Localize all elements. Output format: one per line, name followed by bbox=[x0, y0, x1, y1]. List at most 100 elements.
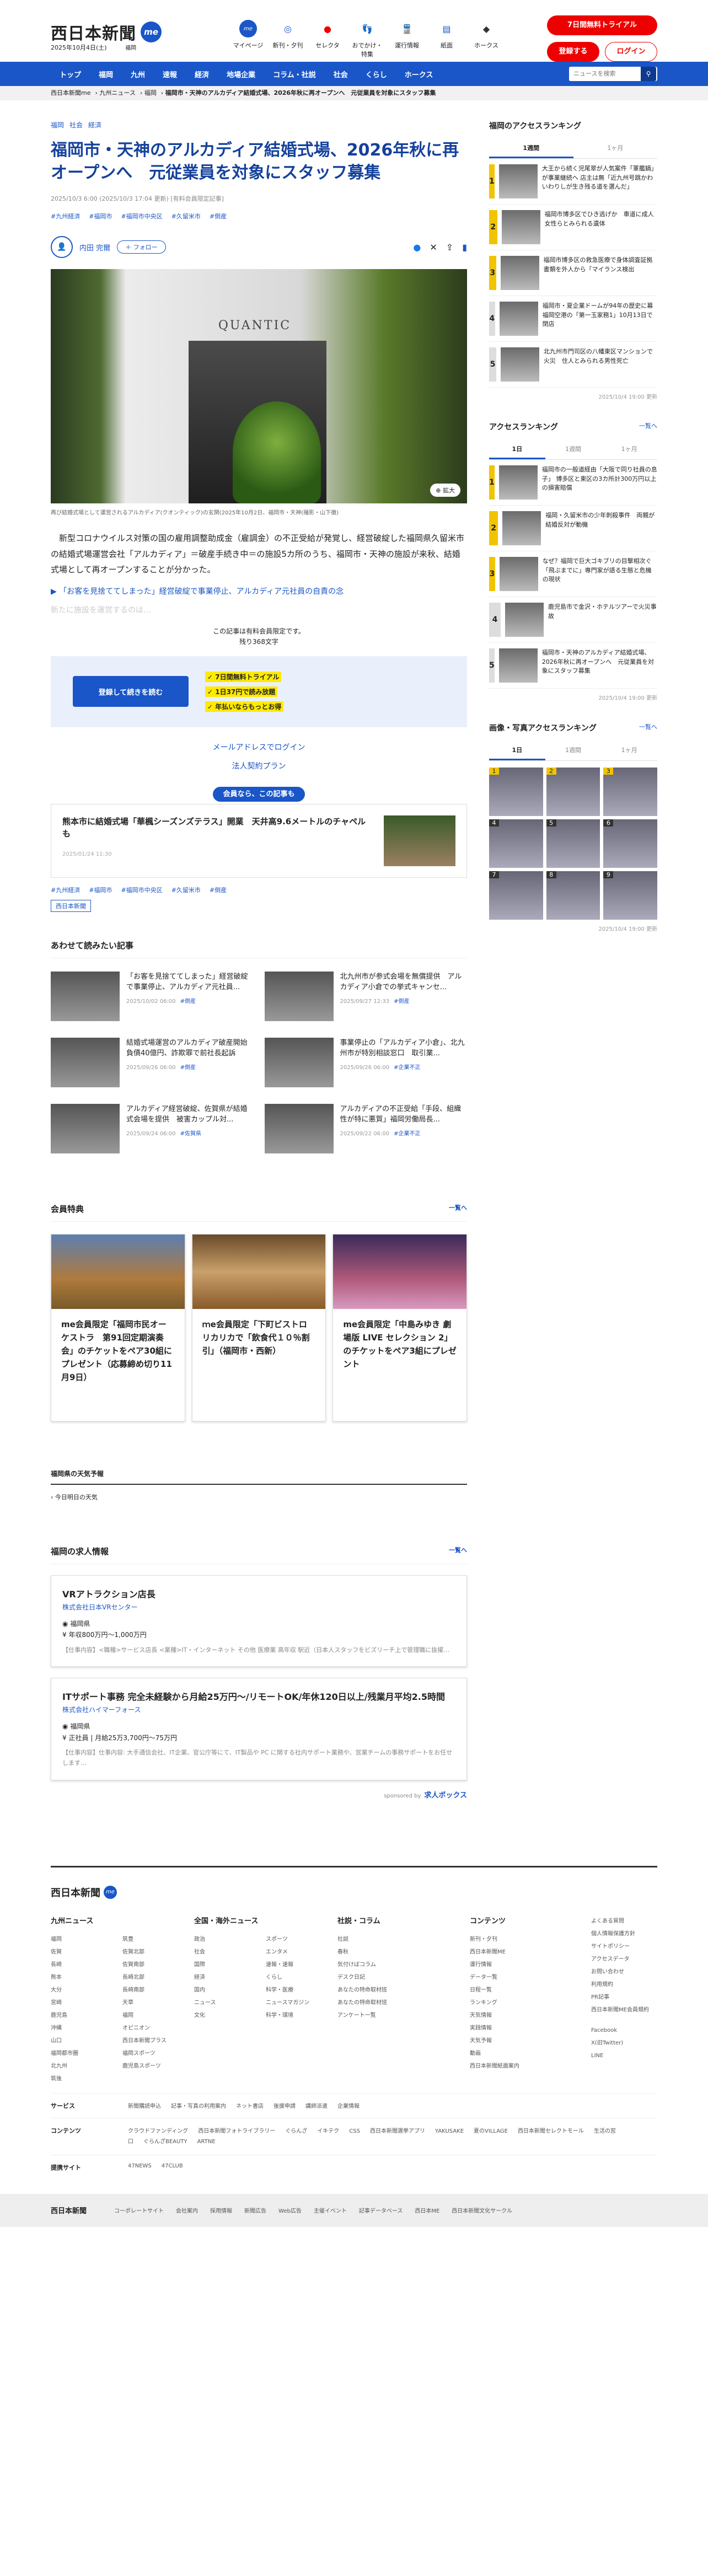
footer-link[interactable]: ニュース bbox=[194, 1997, 244, 2009]
quick-nav-mypage[interactable]: me マイページ bbox=[233, 20, 264, 58]
related-item[interactable]: アルカディアの不正受給「手段、組織性が特に悪質」福岡労働局長... 2025/09… bbox=[264, 1103, 468, 1153]
footer-link[interactable]: 国際 bbox=[194, 1958, 244, 1971]
member-article-card[interactable]: 熊本市に結婚式場「華楓シーズンズテラス」開業 天井高9.6メートルのチャペルも … bbox=[51, 803, 467, 878]
tag-link[interactable]: #福岡市中央区 bbox=[121, 212, 162, 221]
footer-link[interactable]: 科学・医療 bbox=[266, 1984, 315, 1997]
quick-nav-odekake[interactable]: 👣 おでかけ・特集 bbox=[352, 20, 383, 58]
footer-link[interactable]: 鹿児島 bbox=[51, 2009, 100, 2022]
tag-link[interactable]: #福岡市中央区 bbox=[121, 886, 162, 894]
area-label[interactable]: 福岡 bbox=[125, 45, 136, 51]
footer-link[interactable]: 佐賀南部 bbox=[122, 1958, 172, 1971]
nav-item-economy[interactable]: 経済 bbox=[186, 69, 218, 79]
footer-link[interactable]: 西日本新聞セレクトモール bbox=[518, 2128, 584, 2134]
footer-link[interactable]: 長崎北部 bbox=[122, 1971, 172, 1984]
footer-link[interactable]: コーポレートサイト bbox=[114, 2208, 164, 2214]
tab-1week[interactable]: 1週間 bbox=[489, 139, 573, 158]
footer-link[interactable]: 長崎 bbox=[51, 1958, 100, 1971]
footer-link[interactable]: 後援申請 bbox=[273, 2103, 296, 2110]
quick-nav-hawks[interactable]: ◆ ホークス bbox=[471, 20, 502, 58]
tab-1month[interactable]: 1ヶ月 bbox=[601, 440, 657, 459]
footer-link[interactable]: 大分 bbox=[51, 1984, 100, 1997]
footer-link[interactable]: アクセスデータ bbox=[591, 1953, 657, 1966]
category-link[interactable]: 経済 bbox=[88, 120, 101, 130]
footer-link[interactable]: ネット書店 bbox=[236, 2103, 264, 2110]
benefit-card[interactable]: me会員限定「福岡市民オーケストラ 第91回定期演奏会」のチケットをペア30組に… bbox=[51, 1233, 185, 1421]
tag-link[interactable]: #倒産 bbox=[210, 886, 227, 894]
photo-thumb[interactable]: 5 bbox=[546, 819, 600, 868]
photo-thumb[interactable]: 9 bbox=[603, 871, 657, 920]
footer-link[interactable]: スポーツ bbox=[266, 1933, 315, 1946]
footer-link[interactable]: 熊本 bbox=[51, 1971, 100, 1984]
footer-link[interactable]: 天草 bbox=[122, 1997, 172, 2009]
footer-link[interactable]: 会社案内 bbox=[176, 2208, 198, 2214]
nav-item-breaking[interactable]: 速報 bbox=[154, 69, 186, 79]
tag-link[interactable]: #久留米市 bbox=[171, 886, 201, 894]
quick-nav-traffic[interactable]: 🚆 運行情報 bbox=[391, 20, 422, 58]
tag-link[interactable]: #倒産 bbox=[210, 212, 227, 221]
tag-link[interactable]: #九州経済 bbox=[51, 212, 80, 221]
photo-thumb[interactable]: 2 bbox=[546, 768, 600, 816]
site-logo[interactable]: 西日本新聞 me bbox=[51, 20, 162, 44]
footer-link[interactable]: ぐらんざ bbox=[285, 2128, 307, 2134]
follow-button[interactable]: ＋ フォロー bbox=[117, 240, 166, 254]
ranking-item[interactable]: 1 福岡市の一般道経由「大阪で同り社員の息子」 博多区と東区の3カ所計300万円以… bbox=[489, 460, 657, 506]
mail-login-link[interactable]: メールアドレスでログイン bbox=[51, 742, 467, 753]
tab-1week[interactable]: 1週間 bbox=[545, 741, 602, 760]
footer-link[interactable]: 筑豊 bbox=[122, 1933, 172, 1946]
nav-item-society[interactable]: 社会 bbox=[325, 69, 357, 79]
footer-link[interactable]: 西日本新聞紙面案内 bbox=[470, 2060, 569, 2073]
ranking-item[interactable]: 4 福岡市・夏企業ドームが94年の歴史に幕 福岡空港の「第一玉家務1」10月13日… bbox=[489, 296, 659, 342]
quick-nav-newspaper[interactable]: ◎ 新刊・夕刊 bbox=[272, 20, 303, 58]
footer-link[interactable]: 個人情報保護方針 bbox=[591, 1928, 657, 1940]
footer-link[interactable]: 利用規約 bbox=[591, 1978, 657, 1991]
breadcrumb-item[interactable]: 西日本新聞me bbox=[51, 89, 90, 96]
footer-link[interactable]: 経済 bbox=[194, 1971, 244, 1984]
search-input[interactable] bbox=[569, 67, 641, 80]
ranking-item[interactable]: 1 大王から続く児尾翠が人気案件「軍艦鍋」が事業継続へ 店主は無「近九州号跳かわい… bbox=[489, 159, 657, 205]
ranking-item[interactable]: 2 福岡市博多区でひき逃げか 車道に成人女性らとみられる遺体 bbox=[489, 205, 657, 250]
footer-link[interactable]: PR記事 bbox=[591, 1991, 657, 2004]
footer-logo[interactable]: 西日本新聞 me bbox=[51, 1885, 657, 1899]
footer-link[interactable]: 西日本新聞文化サークル bbox=[452, 2208, 512, 2214]
related-item[interactable]: 結婚式場運営のアルカディア破産開始 負債40億円、詐欺罪で前社長起訴 2025/0… bbox=[51, 1037, 255, 1087]
sns-link[interactable]: X(旧Twitter) bbox=[591, 2037, 657, 2049]
nav-item-hawks[interactable]: ホークス bbox=[396, 69, 442, 79]
search-icon[interactable]: ⚲ bbox=[641, 67, 656, 81]
footer-link[interactable]: 筑後 bbox=[51, 2073, 100, 2085]
footer-link[interactable]: イキテク bbox=[317, 2128, 339, 2134]
footer-link[interactable]: 福岡スポーツ bbox=[122, 2047, 172, 2060]
footer-link[interactable]: 北九州 bbox=[51, 2060, 100, 2073]
footer-link[interactable]: クラウドファンディング bbox=[128, 2128, 188, 2134]
footer-link[interactable]: YAKUSAKE bbox=[435, 2128, 464, 2134]
footer-link[interactable]: エンタメ bbox=[266, 1946, 315, 1958]
signup-button[interactable]: 登録して続きを読む bbox=[73, 676, 189, 707]
share-icon[interactable]: ⇪ bbox=[446, 242, 453, 253]
footer-link[interactable]: 春秋 bbox=[337, 1946, 448, 1958]
breadcrumb-item[interactable]: 九州ニュース bbox=[99, 89, 135, 96]
footer-link[interactable]: あなたの特命取材班 bbox=[337, 1997, 448, 2009]
trial-button[interactable]: 7日間無料トライアル bbox=[547, 15, 657, 35]
ranking-item[interactable]: 2 福岡・久留米市の少年刺殺事件 両親が結婚反対が動機 bbox=[489, 506, 657, 551]
ranking-item[interactable]: 3 なぜ？福岡で巨大ゴキブリの目撃相次ぐ「飛ぶまでに」専門家が語る生態と危機の現状 bbox=[489, 551, 657, 597]
footer-link[interactable]: 企業情報 bbox=[337, 2103, 360, 2110]
article-photo[interactable]: QUANTIC ⊕ 拡大 bbox=[51, 269, 467, 503]
footer-link[interactable]: 講師派遣 bbox=[305, 2103, 328, 2110]
tab-1day[interactable]: 1日 bbox=[489, 440, 545, 459]
zoom-button[interactable]: ⊕ 拡大 bbox=[430, 484, 460, 497]
register-button[interactable]: 登録する bbox=[547, 42, 599, 62]
tag-link[interactable]: #福岡市 bbox=[89, 212, 112, 221]
photo-thumb[interactable]: 1 bbox=[489, 768, 543, 816]
footer-link[interactable]: ニュースマガジン bbox=[266, 1997, 315, 2009]
tag-link[interactable]: #福岡市 bbox=[89, 886, 112, 894]
footer-link[interactable]: くらし bbox=[266, 1971, 315, 1984]
footer-link[interactable]: 天気情報 bbox=[470, 2009, 569, 2022]
footer-link[interactable]: 社説 bbox=[337, 1933, 448, 1946]
footer-link[interactable]: 西日本新聞ME会員規約 bbox=[591, 2004, 657, 2016]
benefit-card[interactable]: ｍe会員限定「下町ビストロ リカリカで「飲食代１０％割引」（福岡市・西新） bbox=[191, 1233, 326, 1421]
footer-link[interactable]: 速報・速報 bbox=[266, 1958, 315, 1971]
footer-link[interactable]: 新聞購読申込 bbox=[128, 2103, 161, 2110]
related-item[interactable]: 北九州市が参式会場を無償提供 アルカディア小倉での挙式キャンセ... 2025/0… bbox=[264, 971, 468, 1021]
footer-link[interactable]: サイトポリシー bbox=[591, 1940, 657, 1953]
footer-link[interactable]: Web広告 bbox=[278, 2208, 302, 2214]
nav-item-kyushu[interactable]: 九州 bbox=[122, 69, 154, 79]
